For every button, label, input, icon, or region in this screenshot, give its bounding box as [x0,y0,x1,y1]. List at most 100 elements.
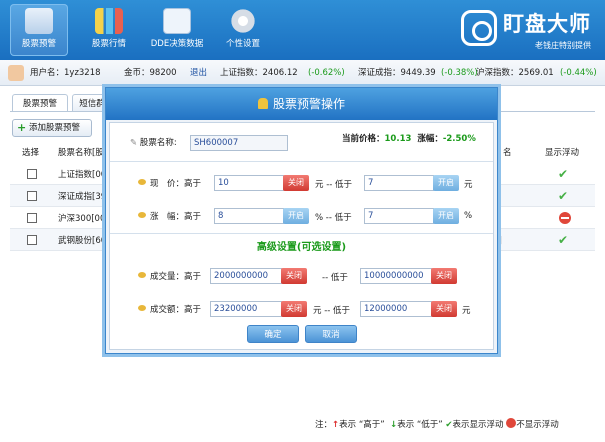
price-low-input[interactable]: 7 [364,175,434,191]
pct-low-input[interactable]: 7 [364,208,434,224]
add-label: 添加股票预警 [29,123,81,133]
price-high-toggle[interactable]: 关闭 [283,175,309,191]
volume-low-input[interactable]: 10000000000 [360,268,432,284]
pct-row-label: 涨 幅：高于 [138,210,201,222]
sh-index: 上证指数：2406.12 [220,68,298,78]
change-value: -2.50% [442,134,476,144]
label-text: 涨 幅：高于 [150,212,202,222]
sh-change: (-0.62%) [308,68,345,78]
tab-stock-alert[interactable]: 股票预警 [12,94,68,112]
volume-mid-label: -- 低于 [322,273,348,283]
speaker-icon [25,8,53,34]
nav-label: 股票行情 [91,39,126,49]
pct-mid-label: % -- 低于 [315,213,352,223]
header-select: 选择 [22,148,40,158]
dialog-body: ✎ 股票名称: SH600007 当前价格：10.13 涨幅：-2.50% 现 … [109,122,494,350]
sz-change: (-0.38%) [441,68,478,78]
nav-dde[interactable]: DDE决策数据 [146,4,208,56]
brand-logo: 盯盘大师 老钱庄特别提供 [461,8,591,51]
stock-name-input[interactable]: SH600007 [190,135,288,151]
gear-icon [229,8,257,34]
row-checkbox[interactable] [27,213,37,223]
label-text: 成交额：高于 [150,305,202,315]
amount-row-label: 成交额：高于 [138,303,201,315]
bell-icon [257,98,268,109]
coin-icon [138,272,146,278]
advanced-title: 高级设置(可选设置) [256,242,347,253]
legend-hide: 不显示浮动 [516,420,559,430]
check-icon: ✔ [558,233,569,247]
stock-alert-dialog: 股票预警操作 ✎ 股票名称: SH600007 当前价格：10.13 涨幅：-2… [105,87,498,354]
volume-high-toggle[interactable]: 关闭 [281,268,307,284]
nav-stock-alert[interactable]: 股票预警 [10,4,68,56]
divider [110,233,493,234]
row-name: 武钢股份[60 [58,236,107,246]
no-float-icon [506,418,517,428]
nav-label: DDE决策数据 [150,39,204,49]
volume-row-label: 成交量：高于 [138,270,201,282]
logout-link[interactable]: 退出 [190,60,207,86]
change-label: 涨幅： [417,134,443,144]
label-text: 现 价：高于 [150,179,202,189]
avatar [8,65,24,81]
row-checkbox[interactable] [27,191,37,201]
row-checkbox[interactable] [27,235,37,245]
amount-low-toggle[interactable]: 关闭 [431,301,457,317]
header-name: 股票名称[股 [58,148,104,158]
coin-icon [138,212,146,218]
row-name: 深证成指[39 [58,192,107,202]
legend-down: 表示 “低于” [397,420,443,430]
plus-icon: + [17,121,27,134]
amount-high-input[interactable]: 23200000 [210,301,282,317]
sz-index: 深证成指：9449.39 [358,68,436,78]
legend-prefix: 注： [315,420,333,430]
logo-icon [461,10,497,46]
check-icon: ✔ [558,189,569,203]
user-status-bar: 用户名：1yz3218 金币：98200 退出 上证指数：2406.12 (-0… [0,60,605,86]
price-low-toggle[interactable]: 开启 [433,175,459,191]
hs-index: 沪深指数：2569.01 [476,68,554,78]
top-toolbar: 股票预警 股票行情 DDE决策数据 个性设置 盯盘大师 老钱庄特别提供 [0,0,605,60]
check-icon: ✔ [445,420,453,430]
volume-low-toggle[interactable]: 关闭 [431,268,457,284]
row-checkbox[interactable] [27,169,37,179]
amount-high-toggle[interactable]: 关闭 [281,301,307,317]
stock-name-text: 股票名称: [139,138,177,148]
amount-unit: 元 [462,306,471,316]
coin-icon [138,179,146,185]
price-row-label: 现 价：高于 [138,177,201,189]
add-stock-alert-button[interactable]: + 添加股票预警 [12,119,92,137]
divider [110,161,493,162]
price-mid-label: 元 -- 低于 [315,180,353,190]
nav-label: 股票预警 [21,39,56,49]
amount-mid-label: 元 -- 低于 [313,306,351,316]
username: 用户名：1yz3218 [30,68,101,78]
pct-high-toggle[interactable]: 开启 [283,208,309,224]
legend-up: 表示 “高于” [339,420,385,430]
brand-title: 盯盘大师 [503,12,591,36]
cancel-button[interactable]: 取消 [305,325,357,343]
brand-tagline: 老钱庄特别提供 [535,41,591,50]
price-value: 10.13 [384,134,412,144]
nav-market[interactable]: 股票行情 [80,4,138,56]
dialog-title: 股票预警操作 [272,97,345,111]
nav-settings[interactable]: 个性设置 [214,4,272,56]
check-icon: ✔ [558,167,569,181]
price-label: 当前价格： [342,134,385,144]
volume-high-input[interactable]: 2000000000 [210,268,282,284]
row-name: 沪深300[000 [58,214,111,224]
gold-balance: 金币：98200 [124,68,177,78]
legend-show: 表示显示浮动 [452,420,504,430]
pct-high-input[interactable]: 8 [214,208,284,224]
edit-icon: ✎ [130,138,140,148]
no-float-icon [559,212,571,224]
dialog-header: 股票预警操作 [106,88,497,120]
nav-label: 个性设置 [225,39,260,49]
price-info: 当前价格：10.13 涨幅：-2.50% [342,132,476,144]
price-high-input[interactable]: 10 [214,175,284,191]
legend-note: 注：↑表示 “高于” ↓表示 “低于” ✔表示显示浮动 不显示浮动 [315,418,559,430]
line-chart-icon [163,8,191,34]
pct-low-toggle[interactable]: 开启 [433,208,459,224]
amount-low-input[interactable]: 12000000 [360,301,432,317]
ok-button[interactable]: 确定 [247,325,299,343]
